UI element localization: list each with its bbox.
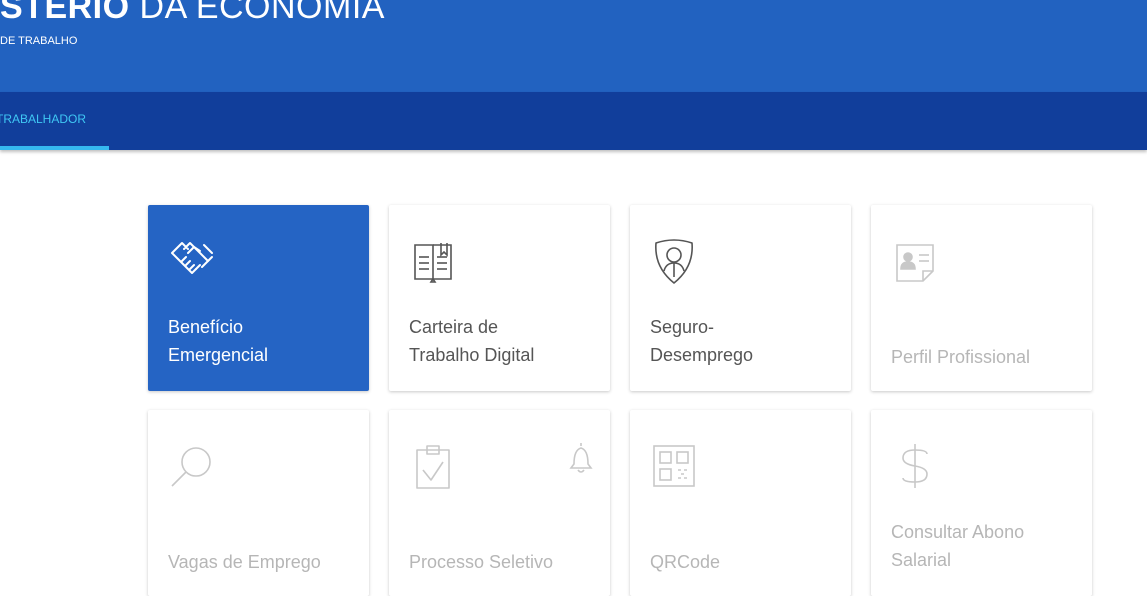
card-beneficio-emergencial[interactable]: Benefício Emergencial [148, 205, 369, 391]
work-card-book-icon [414, 243, 452, 283]
card-label: Processo Seletivo [409, 552, 554, 572]
dollar-icon [902, 444, 928, 488]
ministry-title: STÉRIO DA ECONOMIA [0, 0, 385, 26]
card-label: Benefício Emergencial [168, 317, 269, 365]
card-qrcode[interactable]: QRCode [630, 410, 851, 596]
active-tab-indicator [0, 146, 109, 150]
card-perfil-profissional[interactable]: Perfil Profissional [871, 205, 1092, 391]
ministry-subtitle: DE TRABALHO [0, 35, 78, 47]
card-label: QRCode [650, 552, 721, 572]
card-consultar-abono[interactable]: Consultar Abono Salarial [871, 410, 1092, 596]
handshake-icon [171, 242, 213, 274]
card-label: Carteira de Trabalho Digital [409, 317, 535, 365]
card-label: Consultar Abono Salarial [891, 522, 1025, 570]
tab-trabalhador[interactable]: TRABALHADOR [0, 92, 109, 150]
clipboard-check-icon [416, 445, 450, 489]
card-carteira-trabalho[interactable]: Carteira de Trabalho Digital [389, 205, 610, 391]
card-label: Perfil Profissional [891, 347, 1031, 367]
app-header: STÉRIO DA ECONOMIA DE TRABALHO [0, 0, 1147, 92]
nav-bar: TRABALHADOR [0, 92, 1147, 150]
shield-person-icon [655, 239, 693, 284]
card-vagas-emprego[interactable]: Vagas de Emprego [148, 410, 369, 596]
card-label: Seguro- Desemprego [650, 317, 754, 365]
magnifier-icon [171, 447, 211, 487]
card-seguro-desemprego[interactable]: Seguro- Desemprego [630, 205, 851, 391]
card-label: Vagas de Emprego [168, 552, 321, 572]
profile-card-icon [896, 244, 934, 282]
card-processo-seletivo[interactable]: Processo Seletivo [389, 410, 610, 596]
tab-trabalhador-label: TRABALHADOR [0, 112, 87, 126]
qrcode-icon [653, 445, 695, 487]
bell-icon [569, 443, 593, 473]
